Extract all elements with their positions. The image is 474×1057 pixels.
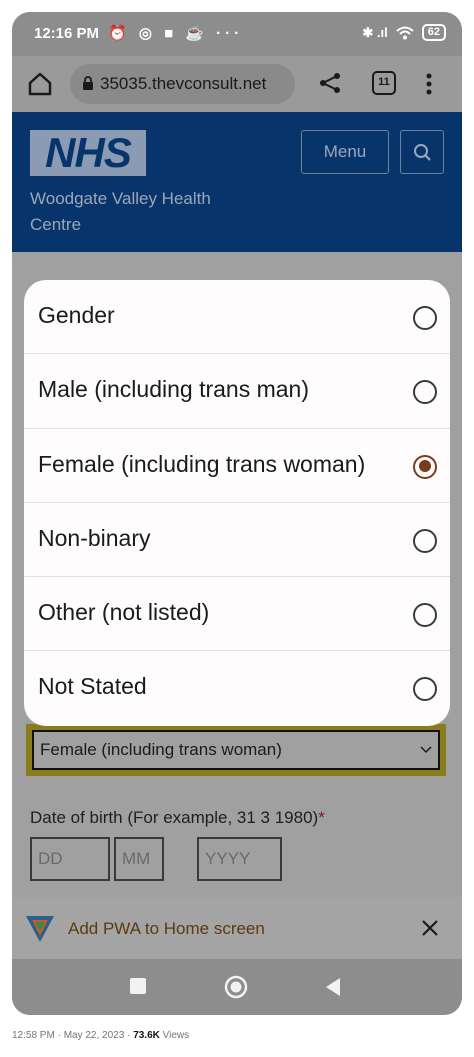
recents-icon[interactable]	[130, 978, 146, 994]
gender-select-value: Female (including trans woman)	[32, 730, 440, 770]
option-label: Not Stated	[38, 673, 147, 700]
radio-button[interactable]	[413, 603, 437, 628]
bluetooth-signal-icons: ✱ .ıl	[362, 24, 388, 40]
radio-button[interactable]	[413, 677, 437, 702]
status-right: ✱ .ıl 62	[362, 24, 446, 41]
tweet-metadata: 12:58 PM · May 22, 2023 · 73.6K Views	[12, 1030, 189, 1041]
views-count: 73.6K	[133, 1030, 160, 1041]
gender-picker-dialog: Gender Male (including trans man) Female…	[24, 280, 450, 726]
option-label: Other (not listed)	[38, 599, 210, 626]
radio-button[interactable]	[413, 380, 437, 405]
option-female[interactable]: Female (including trans woman)	[24, 429, 450, 503]
nav-home-icon[interactable]	[224, 975, 248, 999]
option-male[interactable]: Male (including trans man)	[24, 354, 450, 429]
site-header: NHS Woodgate Valley Health Centre Menu	[12, 112, 462, 252]
chevron-down-icon	[420, 746, 432, 754]
views-label: Views	[162, 1030, 190, 1041]
more-options-icon[interactable]	[424, 70, 434, 98]
option-label: Gender	[38, 302, 115, 328]
pwa-install-banner[interactable]: Add PWA to Home screen	[12, 897, 462, 959]
status-time: 12:16 PM	[34, 25, 100, 42]
phone-screen: 12:16 PM ⏰ ◎ ■ ☕ ··· ✱ .ıl 62 35035.thev…	[12, 12, 462, 1015]
dob-month-input[interactable]: MM	[114, 837, 164, 881]
dob-year-input[interactable]: YYYY	[197, 837, 282, 881]
wifi-icon	[396, 26, 414, 39]
battery-indicator: 62	[421, 24, 446, 41]
browser-toolbar: 35035.thevconsult.net 11	[12, 56, 462, 112]
search-button[interactable]	[400, 130, 444, 174]
status-bar: 12:16 PM ⏰ ◎ ■ ☕ ··· ✱ .ıl 62	[12, 12, 462, 56]
nav-back-icon[interactable]	[324, 977, 342, 997]
option-gender[interactable]: Gender	[24, 280, 450, 355]
url-text: 35035.thevconsult.net	[100, 74, 267, 93]
radio-button[interactable]	[413, 528, 437, 553]
practice-name: Woodgate Valley Health Centre	[30, 189, 211, 234]
address-bar[interactable]: 35035.thevconsult.net	[70, 64, 295, 104]
option-label: Female (including trans woman)	[38, 450, 366, 477]
required-marker: *	[318, 808, 325, 827]
option-not-stated[interactable]: Not Stated	[24, 651, 450, 725]
search-icon	[414, 144, 431, 161]
lock-icon	[83, 76, 93, 90]
close-icon[interactable]	[420, 918, 440, 938]
option-non-binary[interactable]: Non-binary	[24, 503, 450, 578]
option-label: Male (including trans man)	[38, 376, 310, 403]
menu-button[interactable]: Menu	[301, 130, 389, 174]
nhs-logo[interactable]: NHS	[30, 130, 146, 176]
gender-select[interactable]: Female (including trans woman)	[26, 724, 446, 776]
notification-icons: ⏰ ◎ ■ ☕ ···	[108, 25, 244, 42]
dob-day-input[interactable]: DD	[30, 837, 110, 881]
option-label: Non-binary	[38, 524, 151, 551]
vconsult-logo-icon	[26, 916, 54, 942]
radio-button[interactable]	[413, 306, 437, 330]
android-nav-bar	[12, 959, 462, 1015]
option-other[interactable]: Other (not listed)	[24, 577, 450, 652]
pwa-banner-text: Add PWA to Home screen	[68, 919, 265, 938]
dob-label: Date of birth (For example, 31 3 1980)*	[30, 808, 325, 827]
share-icon[interactable]	[318, 71, 342, 95]
home-icon[interactable]	[26, 70, 54, 98]
tweet-timestamp: 12:58 PM · May 22, 2023 ·	[12, 1030, 131, 1041]
radio-button-selected[interactable]	[413, 454, 437, 479]
tab-switcher-button[interactable]: 11	[372, 71, 396, 95]
